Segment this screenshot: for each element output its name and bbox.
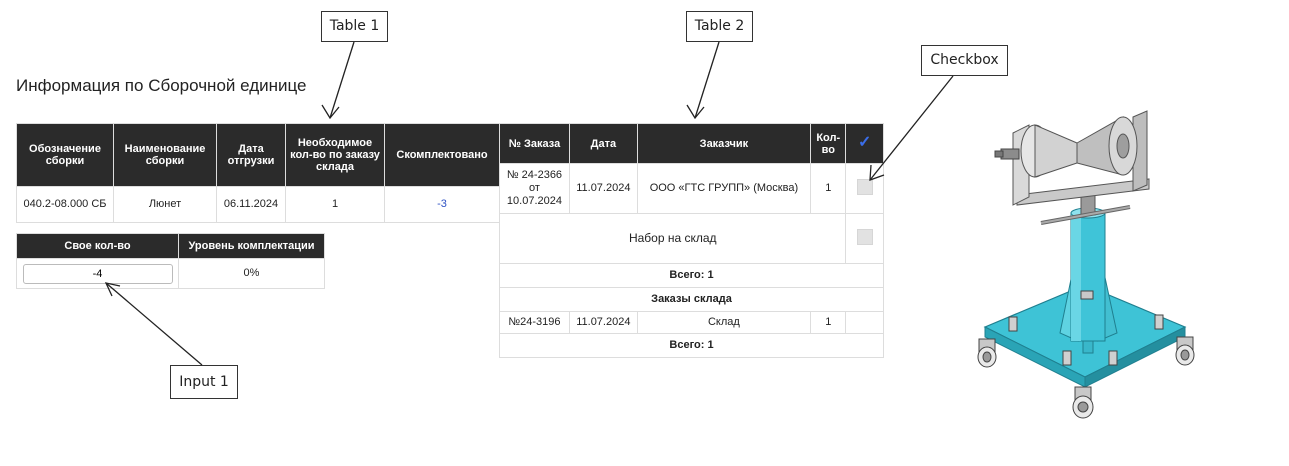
- pipe-roller-stand-image: [977, 110, 1195, 419]
